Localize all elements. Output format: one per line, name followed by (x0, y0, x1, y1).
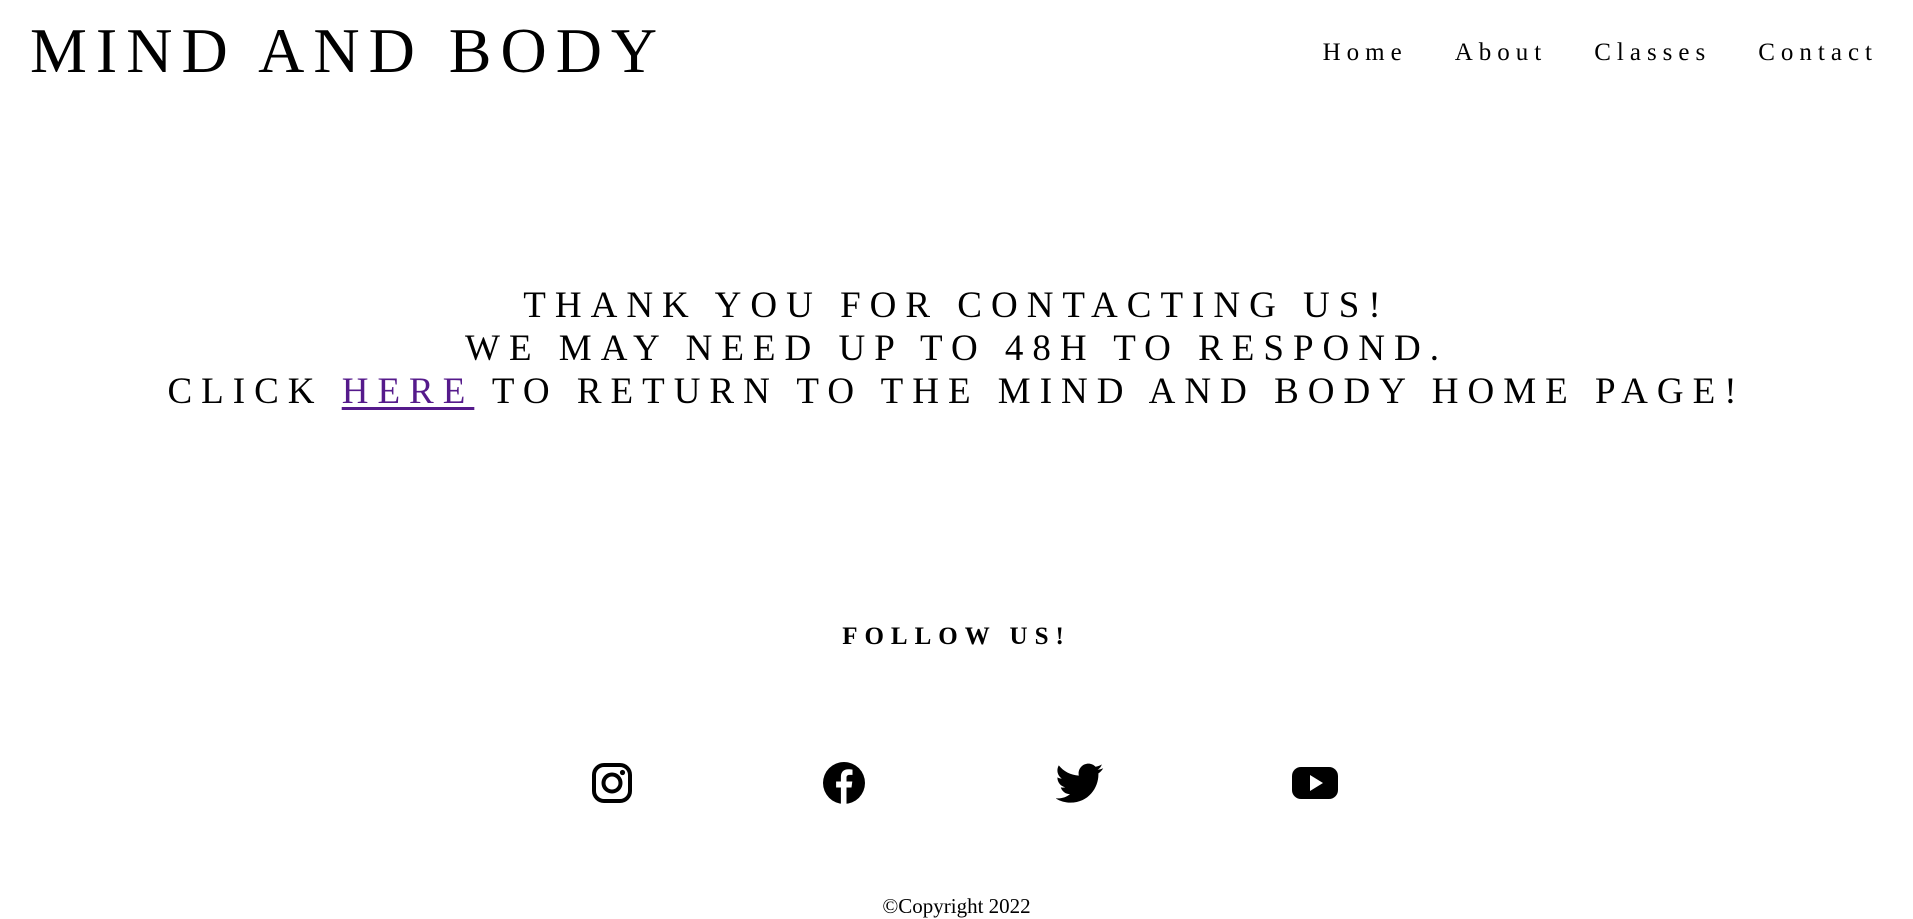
return-suffix-text: TO RETURN TO THE MIND AND BODY HOME PAGE… (474, 371, 1746, 412)
youtube-icon[interactable] (1290, 759, 1340, 807)
return-home-link[interactable]: HERE (342, 371, 475, 412)
site-logo[interactable]: MIND AND BODY (30, 10, 666, 92)
copyright-text: ©Copyright 2022 (882, 894, 1031, 918)
instagram-icon[interactable] (588, 759, 636, 807)
thank-you-message: THANK YOU FOR CONTACTING US! WE MAY NEED… (0, 284, 1913, 413)
facebook-icon[interactable] (820, 759, 868, 807)
response-time-line: WE MAY NEED UP TO 48H TO RESPOND. (465, 328, 1448, 369)
main-nav: Home About Classes Contact (1323, 36, 1878, 70)
nav-link-classes[interactable]: Classes (1594, 36, 1711, 70)
nav-link-about[interactable]: About (1455, 36, 1548, 70)
follow-us-heading: FOLLOW US! (842, 623, 1071, 650)
twitter-icon[interactable] (1056, 759, 1104, 807)
nav-link-contact[interactable]: Contact (1758, 36, 1878, 70)
return-home-line: CLICK HERE TO RETURN TO THE MIND AND BOD… (0, 370, 1913, 413)
nav-link-home[interactable]: Home (1323, 36, 1408, 70)
thank-you-line: THANK YOU FOR CONTACTING US! (523, 285, 1390, 326)
social-links (0, 0, 1913, 919)
return-prefix-text: CLICK (167, 371, 342, 412)
site-header: MIND AND BODY Home About Classes Contact (0, 0, 1913, 105)
